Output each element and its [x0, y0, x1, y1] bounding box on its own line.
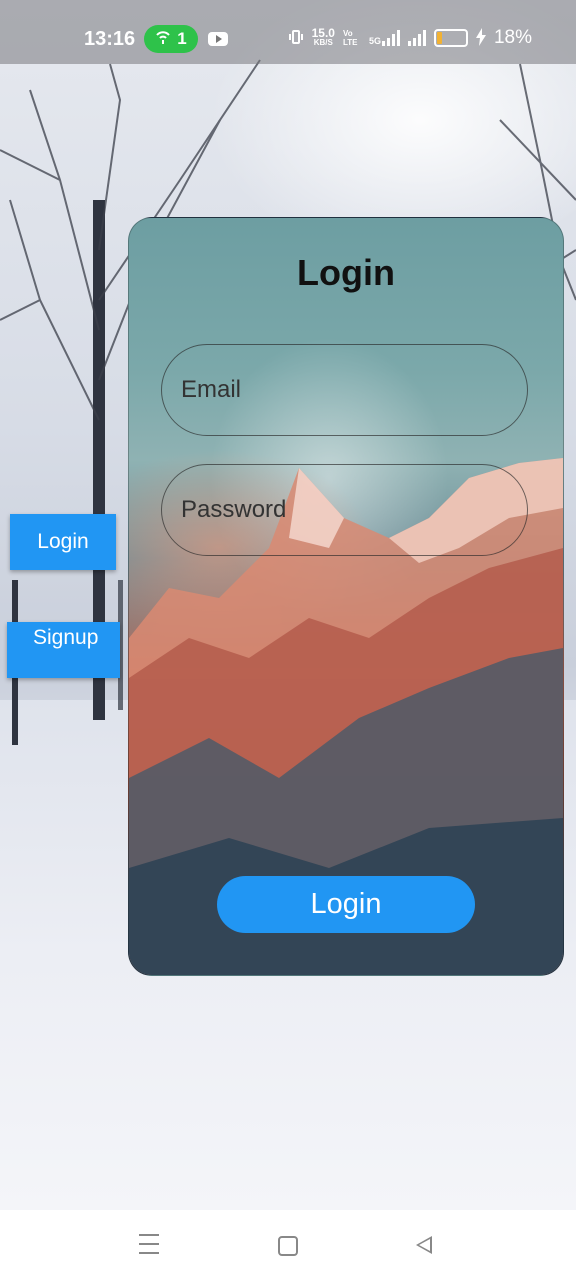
signal-icon — [381, 30, 400, 46]
status-time: 13:16 — [84, 28, 136, 50]
network-speed: 15.0 KB/S — [311, 26, 335, 47]
mountain-image — [129, 458, 563, 975]
youtube-icon — [208, 32, 228, 46]
side-login-button[interactable]: Login — [10, 514, 116, 570]
signal-5g: 5G — [369, 30, 400, 46]
home-icon[interactable] — [278, 1236, 298, 1256]
status-bar: 13:16 1 15.0 KB/S Vo LTE 5G 18% — [0, 0, 576, 64]
battery-fill — [436, 32, 443, 44]
signal-icon — [407, 30, 426, 46]
vibrate-icon — [288, 29, 304, 48]
battery-percent: 18% — [493, 27, 532, 48]
battery-icon — [433, 29, 468, 47]
login-title: Login — [297, 252, 395, 293]
login-submit-button[interactable]: Login — [217, 876, 475, 933]
volte-label: Vo LTE — [342, 29, 358, 47]
side-signup-button[interactable]: Signup — [7, 622, 120, 678]
hotspot-badge: 1 — [144, 25, 198, 53]
back-icon[interactable] — [416, 1236, 432, 1254]
hotspot-icon — [155, 29, 171, 49]
menu-icon[interactable] — [139, 1234, 159, 1261]
charging-icon — [475, 27, 486, 49]
hotspot-count: 1 — [177, 29, 187, 48]
status-icons: 15.0 KB/S Vo LTE 5G 18% — [288, 27, 532, 49]
email-field[interactable]: Email — [161, 344, 528, 436]
password-field[interactable]: Password — [161, 464, 528, 556]
login-card: Login Email Password Login — [128, 217, 564, 976]
